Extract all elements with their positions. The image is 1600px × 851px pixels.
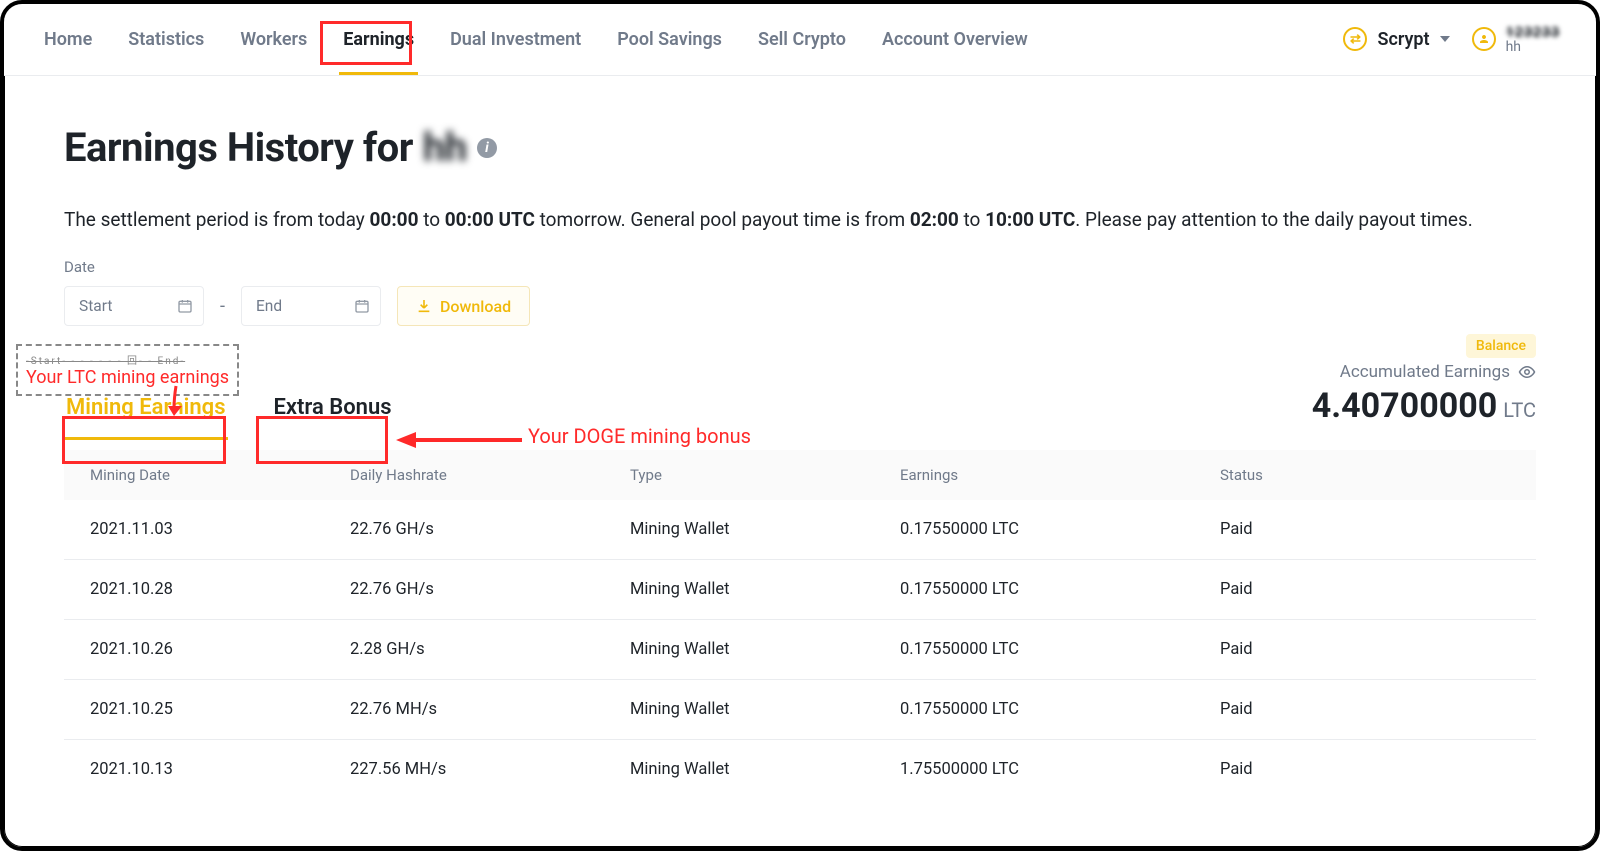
table-cell-earnings: 0.17550000 LTC (900, 640, 1220, 659)
table-cell-type: Mining Wallet (630, 640, 900, 659)
table-cell-type: Mining Wallet (630, 760, 900, 779)
date-end-placeholder: End (256, 297, 282, 315)
algorithm-label: Scrypt (1377, 29, 1429, 50)
user-account-selector[interactable]: 123233 hh (1472, 24, 1560, 56)
table-cell-status: Paid (1220, 760, 1510, 779)
table-cell-hashrate: 22.76 GH/s (350, 520, 630, 539)
calendar-icon (177, 298, 193, 314)
balance-badge[interactable]: Balance (1466, 334, 1536, 358)
download-button[interactable]: Download (397, 286, 530, 326)
table-header-cell: Status (1220, 466, 1510, 484)
table-header-cell: Mining Date (90, 466, 350, 484)
accumulated-earnings: Accumulated Earnings 4.40700000LTC (1312, 362, 1536, 426)
earnings-table: Mining DateDaily HashrateTypeEarningsSta… (64, 450, 1536, 799)
algorithm-selector[interactable]: ⇄ Scrypt (1343, 27, 1449, 51)
table-cell-date: 2021.10.28 (90, 580, 350, 599)
date-start-input[interactable]: Start (64, 286, 204, 326)
table-cell-status: Paid (1220, 700, 1510, 719)
table-cell-hashrate: 22.76 GH/s (350, 580, 630, 599)
table-cell-hashrate: 2.28 GH/s (350, 640, 630, 659)
page-title-user: hh (423, 124, 467, 171)
table-cell-date: 2021.11.03 (90, 520, 350, 539)
earnings-tabs: Mining Earnings Extra Bonus (64, 389, 394, 426)
nav-item-earnings[interactable]: Earnings (339, 21, 418, 58)
tab-extra-bonus[interactable]: Extra Bonus (272, 389, 394, 426)
table-cell-status: Paid (1220, 640, 1510, 659)
accumulated-value: 4.40700000LTC (1312, 386, 1536, 426)
table-row: 2021.10.2522.76 MH/sMining Wallet0.17550… (64, 680, 1536, 740)
table-cell-type: Mining Wallet (630, 520, 900, 539)
table-row: 2021.10.262.28 GH/sMining Wallet0.175500… (64, 620, 1536, 680)
nav-item-sell-crypto[interactable]: Sell Crypto (754, 21, 850, 58)
table-cell-status: Paid (1220, 580, 1510, 599)
info-icon[interactable]: i (477, 138, 497, 158)
nav-item-home[interactable]: Home (40, 21, 96, 58)
nav-item-account-overview[interactable]: Account Overview (878, 21, 1032, 58)
user-primary-text: 123233 (1506, 24, 1560, 41)
tab-mining-earnings[interactable]: Mining Earnings (64, 389, 228, 426)
table-cell-hashrate: 22.76 MH/s (350, 700, 630, 719)
table-row: 2021.11.0322.76 GH/sMining Wallet0.17550… (64, 500, 1536, 560)
calendar-icon (354, 298, 370, 314)
table-cell-type: Mining Wallet (630, 700, 900, 719)
download-label: Download (440, 297, 511, 316)
date-start-placeholder: Start (79, 297, 112, 315)
table-row: 2021.10.13227.56 MH/sMining Wallet1.7550… (64, 740, 1536, 799)
table-cell-earnings: 0.17550000 LTC (900, 520, 1220, 539)
nav-item-dual-investment[interactable]: Dual Investment (446, 21, 585, 58)
date-label: Date (64, 258, 1536, 276)
table-cell-date: 2021.10.26 (90, 640, 350, 659)
page-title-prefix: Earnings History for (64, 124, 413, 171)
table-cell-earnings: 0.17550000 LTC (900, 700, 1220, 719)
table-cell-hashrate: 227.56 MH/s (350, 760, 630, 779)
user-secondary-text: hh (1506, 40, 1560, 55)
nav-item-statistics[interactable]: Statistics (124, 21, 208, 58)
table-cell-earnings: 1.75500000 LTC (900, 760, 1220, 779)
download-icon (416, 298, 432, 314)
table-header-cell: Earnings (900, 466, 1220, 484)
nav-item-workers[interactable]: Workers (236, 21, 311, 58)
table-header: Mining DateDaily HashrateTypeEarningsSta… (64, 450, 1536, 500)
date-end-input[interactable]: End (241, 286, 381, 326)
nav-item-pool-savings[interactable]: Pool Savings (613, 21, 726, 58)
subtitle: The settlement period is from today 00:0… (64, 205, 1536, 234)
table-header-cell: Type (630, 466, 900, 484)
page-title: Earnings History for hh i (64, 124, 1536, 171)
table-cell-date: 2021.10.13 (90, 760, 350, 779)
table-cell-status: Paid (1220, 520, 1510, 539)
table-cell-earnings: 0.17550000 LTC (900, 580, 1220, 599)
algorithm-icon: ⇄ (1343, 27, 1367, 51)
eye-icon[interactable] (1518, 363, 1536, 381)
top-nav: Home Statistics Workers Earnings Dual Invest… (4, 4, 1596, 76)
table-cell-date: 2021.10.25 (90, 700, 350, 719)
table-row: 2021.10.2822.76 GH/sMining Wallet0.17550… (64, 560, 1536, 620)
date-separator: - (220, 296, 225, 317)
table-header-cell: Daily Hashrate (350, 466, 630, 484)
chevron-down-icon (1440, 36, 1450, 42)
accumulated-label: Accumulated Earnings (1340, 362, 1510, 382)
avatar-icon (1472, 27, 1496, 51)
table-cell-type: Mining Wallet (630, 580, 900, 599)
